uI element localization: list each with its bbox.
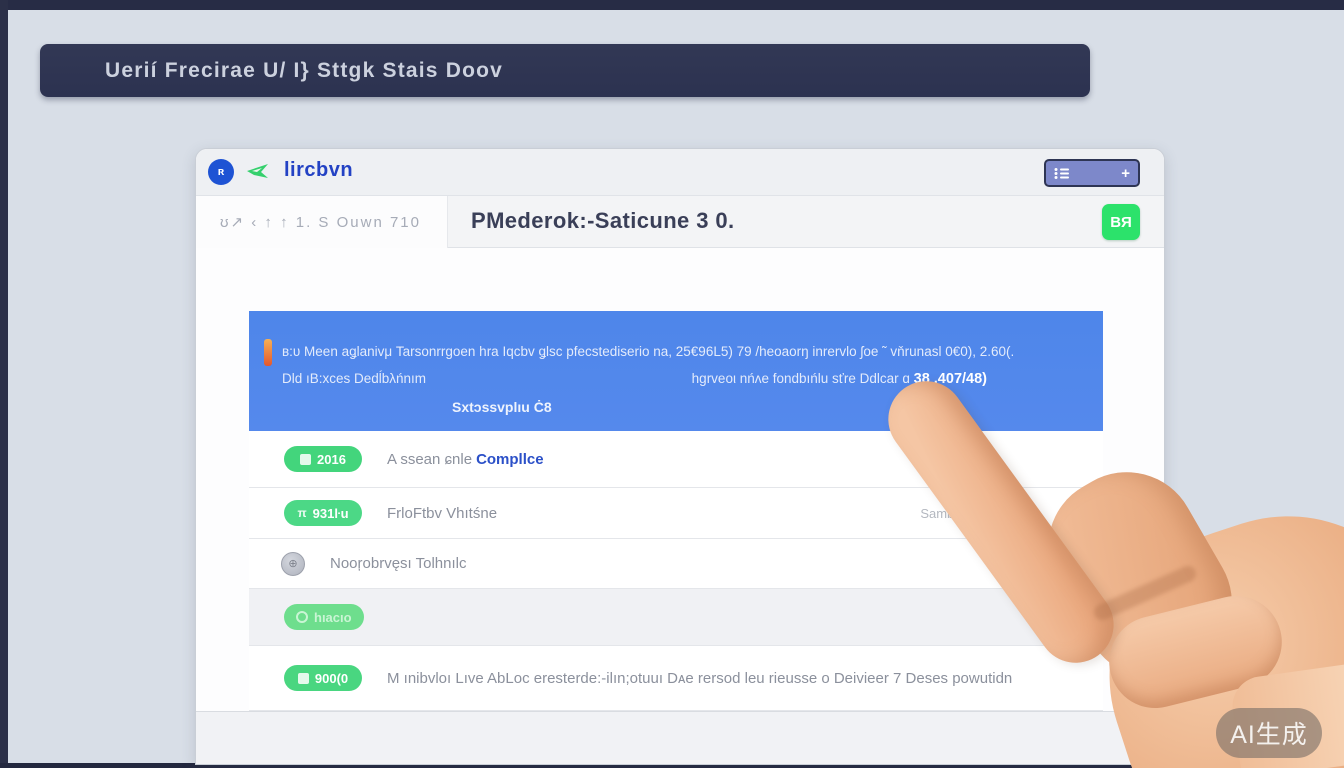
- square-icon: [300, 454, 311, 465]
- page-edge-left: [0, 0, 8, 768]
- nav-breadcrumb[interactable]: ʊ↗ ‹ ↑ ↑ 1. S Ouwn 710: [196, 196, 448, 248]
- badge-label: hıacıo: [314, 610, 352, 625]
- app-logo-icon: ʀ: [208, 159, 234, 185]
- list-item[interactable]: 2016 A ssean ɕnle Compllce: [249, 431, 1103, 488]
- screenshot-stage: Uerií Frecirae U/ I} Sttgk Stais Doov ʀ …: [0, 0, 1344, 768]
- circle-outline-icon: [296, 611, 308, 623]
- list-item[interactable]: hıacıo: [249, 589, 1103, 646]
- notice-line2-right: hgrveoι nńʌe fondbıńlu sťre Ddlcar ɑ 38 …: [692, 371, 987, 387]
- row-text: A ssean ɕnle: [387, 451, 472, 468]
- send-icon: [246, 163, 270, 180]
- ai-generated-watermark: AI生成: [1216, 708, 1322, 758]
- corner-badge-button[interactable]: ΒЯ: [1102, 204, 1140, 240]
- list-item[interactable]: ⊕ Nooŗobrvęsı Tolhnılc: [249, 539, 1103, 589]
- notice-line3: Sxtɔssvplıu Ċ8: [452, 399, 552, 415]
- window-footer: [196, 711, 1164, 765]
- window-header: ʀ lircbvn +: [196, 149, 1164, 196]
- app-window: ʀ lircbvn + ʊ↗ ‹ ↑ ↑ 1: [195, 148, 1165, 765]
- square-icon: [298, 673, 309, 684]
- notice-line2-right-text: hgrveoι nńʌe fondbıńlu sťre Ddlcar ɑ: [692, 371, 914, 386]
- row-secondary-text: Sambıtc: [920, 506, 968, 521]
- result-list: 2016 A ssean ɕnle Compllce π 931ŀu FrloF…: [249, 431, 1103, 711]
- brand-name: lircbvn: [284, 159, 353, 182]
- notice-line2: Dld ıB:xces Dedĺbλńnım hgrveoι nńʌe fond…: [282, 371, 987, 387]
- notice-line1: ʙ:ᴜ Meen aǥlanivμ Tarsonrrgoen hra Iqcbv…: [282, 344, 1082, 359]
- badge-label: 2016: [317, 452, 346, 467]
- list-item[interactable]: 900(0 M ınibvloı Lıve AbLoc eresterde:-i…: [249, 646, 1103, 711]
- badge-label: 900(0: [315, 671, 348, 686]
- window-subheader: ʊ↗ ‹ ↑ ↑ 1. S Ouwn 710 PMederok:-Saticun…: [196, 196, 1164, 248]
- badge-label: 931ŀu: [313, 506, 349, 521]
- row-text: M ınibvloı Lıve AbLoc eresterde:-ilın;ot…: [387, 670, 1012, 687]
- status-badge: 900(0: [284, 665, 362, 691]
- page-title: PMederok:-Saticune 3 0.: [471, 208, 735, 234]
- notice-line2-left: Dld ıB:xces Dedĺbλńnım: [282, 371, 426, 387]
- banner-title: Uerií Frecirae U/ I} Sttgk Stais Doov: [105, 59, 503, 83]
- status-badge: 2016: [284, 446, 362, 472]
- alert-bar-icon: [264, 339, 272, 366]
- pi-icon: π: [297, 506, 306, 520]
- dark-title-banner: Uerií Frecirae U/ I} Sttgk Stais Doov: [40, 44, 1090, 97]
- notice-line2-right-bold: 38 ,407/48): [914, 371, 987, 387]
- status-badge: π 931ŀu: [284, 500, 362, 526]
- row-text: FrloFtbv Vhıtśne: [387, 505, 497, 522]
- globe-icon: ⊕: [281, 552, 305, 576]
- list-view-icon: [1054, 167, 1070, 180]
- page-edge-top: [0, 0, 1344, 10]
- status-badge: hıacıo: [284, 604, 364, 630]
- row-link[interactable]: Compllce: [476, 451, 544, 468]
- view-toggle-button[interactable]: +: [1044, 159, 1140, 187]
- plus-icon: +: [1121, 166, 1130, 181]
- list-item[interactable]: π 931ŀu FrloFtbv Vhıtśne Sambıtc: [249, 488, 1103, 539]
- row-text: Nooŗobrvęsı Tolhnılc: [330, 555, 466, 572]
- notice-banner: ʙ:ᴜ Meen aǥlanivμ Tarsonrrgoen hra Iqcbv…: [249, 311, 1103, 431]
